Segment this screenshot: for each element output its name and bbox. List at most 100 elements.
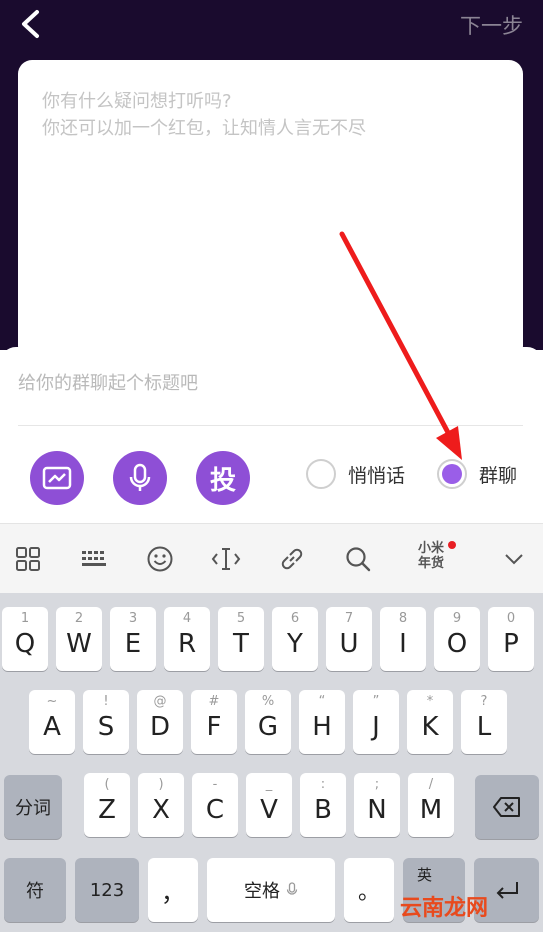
key-letter: N	[367, 795, 387, 825]
radio-selected-dot	[442, 464, 462, 484]
question-input-card[interactable]: 你有什么疑问想打听吗? 你还可以加一个红包，让知情人言无不尽	[18, 60, 523, 360]
key-p[interactable]: 0P	[488, 607, 534, 671]
key-a[interactable]: ~ A	[29, 690, 75, 754]
badge-line2: 年货	[417, 556, 444, 571]
emoji-icon[interactable]	[145, 544, 175, 574]
key-v[interactable]: _ V	[246, 773, 292, 837]
radio-whisper[interactable]: 悄悄话	[306, 459, 405, 489]
key-x[interactable]: ) X	[138, 773, 184, 837]
key-letter: O	[446, 629, 468, 659]
key-letter: P	[503, 629, 519, 659]
image-button[interactable]	[30, 451, 84, 505]
key-hint: @	[153, 694, 167, 709]
key-letter: B	[314, 795, 332, 825]
key-l[interactable]: ? L	[461, 690, 507, 754]
key-hint: 3	[128, 611, 138, 626]
key-q[interactable]: 1Q	[2, 607, 48, 671]
key-letter: G	[257, 712, 279, 742]
group-title-input[interactable]	[18, 373, 523, 394]
divider	[18, 425, 523, 426]
voice-button[interactable]	[113, 451, 167, 505]
key-letter: D	[149, 712, 171, 742]
key-s[interactable]: ! S	[83, 690, 129, 754]
key-hint: :	[320, 777, 326, 792]
next-step-button[interactable]: 下一步	[460, 10, 523, 40]
key-hint: %	[261, 694, 275, 709]
key-letter: L	[476, 712, 492, 742]
key-z[interactable]: (Z	[84, 773, 130, 837]
badge-line1: 小米	[417, 541, 444, 556]
key-hint: 6	[290, 611, 300, 626]
key-letter: S	[97, 712, 115, 742]
key-n[interactable]: ; N	[354, 773, 400, 837]
key-letter: Z	[98, 795, 116, 825]
key-letter: T	[233, 629, 249, 659]
key-hint: _	[265, 777, 273, 792]
key-y[interactable]: 6Y	[272, 607, 318, 671]
radio-group-chat[interactable]: 群聊	[437, 459, 517, 489]
key-hint: 0	[506, 611, 516, 626]
key-c[interactable]: -C	[192, 773, 238, 837]
microphone-icon	[286, 882, 298, 895]
vote-button[interactable]: 投	[196, 451, 250, 505]
key-hint: 9	[452, 611, 462, 626]
key-k[interactable]: * K	[407, 690, 453, 754]
chevron-down-icon[interactable]	[499, 544, 529, 574]
key-period[interactable]: 。	[344, 858, 394, 922]
key-number[interactable]: 123	[75, 858, 139, 922]
key-letter: H	[312, 712, 332, 742]
key-letter: A	[43, 712, 61, 742]
key-hint: 1	[20, 611, 30, 626]
grid-icon[interactable]	[13, 544, 43, 574]
key-symbol-label: 符	[26, 881, 44, 902]
keyboard-icon[interactable]	[79, 544, 109, 574]
question-placeholder-line2: 你还可以加一个红包，让知情人言无不尽	[42, 118, 366, 139]
key-letter: F	[206, 712, 222, 742]
key-letter: K	[421, 712, 439, 742]
search-icon[interactable]	[343, 544, 373, 574]
cursor-move-icon[interactable]	[211, 544, 241, 574]
key-hint: *	[426, 694, 434, 709]
key-space-label: 空格	[244, 881, 280, 902]
key-r[interactable]: 4R	[164, 607, 210, 671]
key-i[interactable]: 8I	[380, 607, 426, 671]
backspace-icon	[493, 797, 520, 817]
key-fenci[interactable]: 分词	[4, 775, 62, 839]
key-language-label: 英	[417, 866, 433, 884]
key-t[interactable]: 5T	[218, 607, 264, 671]
key-hint: !	[103, 694, 109, 709]
radio-group-chat-circle[interactable]	[437, 459, 467, 489]
back-button[interactable]	[12, 6, 48, 42]
key-symbol[interactable]: 符	[4, 858, 66, 922]
key-d[interactable]: @ D	[137, 690, 183, 754]
key-hint: “	[318, 694, 326, 709]
key-comma[interactable]: ，	[148, 858, 198, 922]
key-w[interactable]: 2W	[56, 607, 102, 671]
key-o[interactable]: 9O	[434, 607, 480, 671]
notification-dot	[448, 541, 456, 549]
key-hint: ~	[46, 694, 58, 709]
link-icon[interactable]	[277, 544, 307, 574]
key-comma-label: ，	[161, 878, 185, 907]
key-space[interactable]: 空格	[207, 858, 335, 922]
key-e[interactable]: 3E	[110, 607, 156, 671]
key-letter: I	[399, 629, 407, 659]
key-b[interactable]: :B	[300, 773, 346, 837]
key-backspace[interactable]	[475, 775, 539, 839]
key-j[interactable]: ” J	[353, 690, 399, 754]
key-letter: V	[260, 795, 278, 825]
key-letter: E	[124, 629, 142, 659]
key-f[interactable]: # F	[191, 690, 237, 754]
xiaomi-nianhuo-badge[interactable]: 小米 年货	[414, 541, 448, 571]
key-h[interactable]: “H	[299, 690, 345, 754]
radio-whisper-circle[interactable]	[306, 459, 336, 489]
key-hint: /	[428, 777, 434, 792]
vote-label: 投	[209, 465, 236, 496]
question-placeholder-line1: 你有什么疑问想打听吗?	[42, 91, 232, 112]
key-g[interactable]: % G	[245, 690, 291, 754]
radio-whisper-label: 悄悄话	[348, 464, 406, 487]
key-m[interactable]: / M	[408, 773, 454, 837]
key-hint: 5	[236, 611, 246, 626]
key-hint: 8	[398, 611, 408, 626]
key-u[interactable]: 7U	[326, 607, 372, 671]
